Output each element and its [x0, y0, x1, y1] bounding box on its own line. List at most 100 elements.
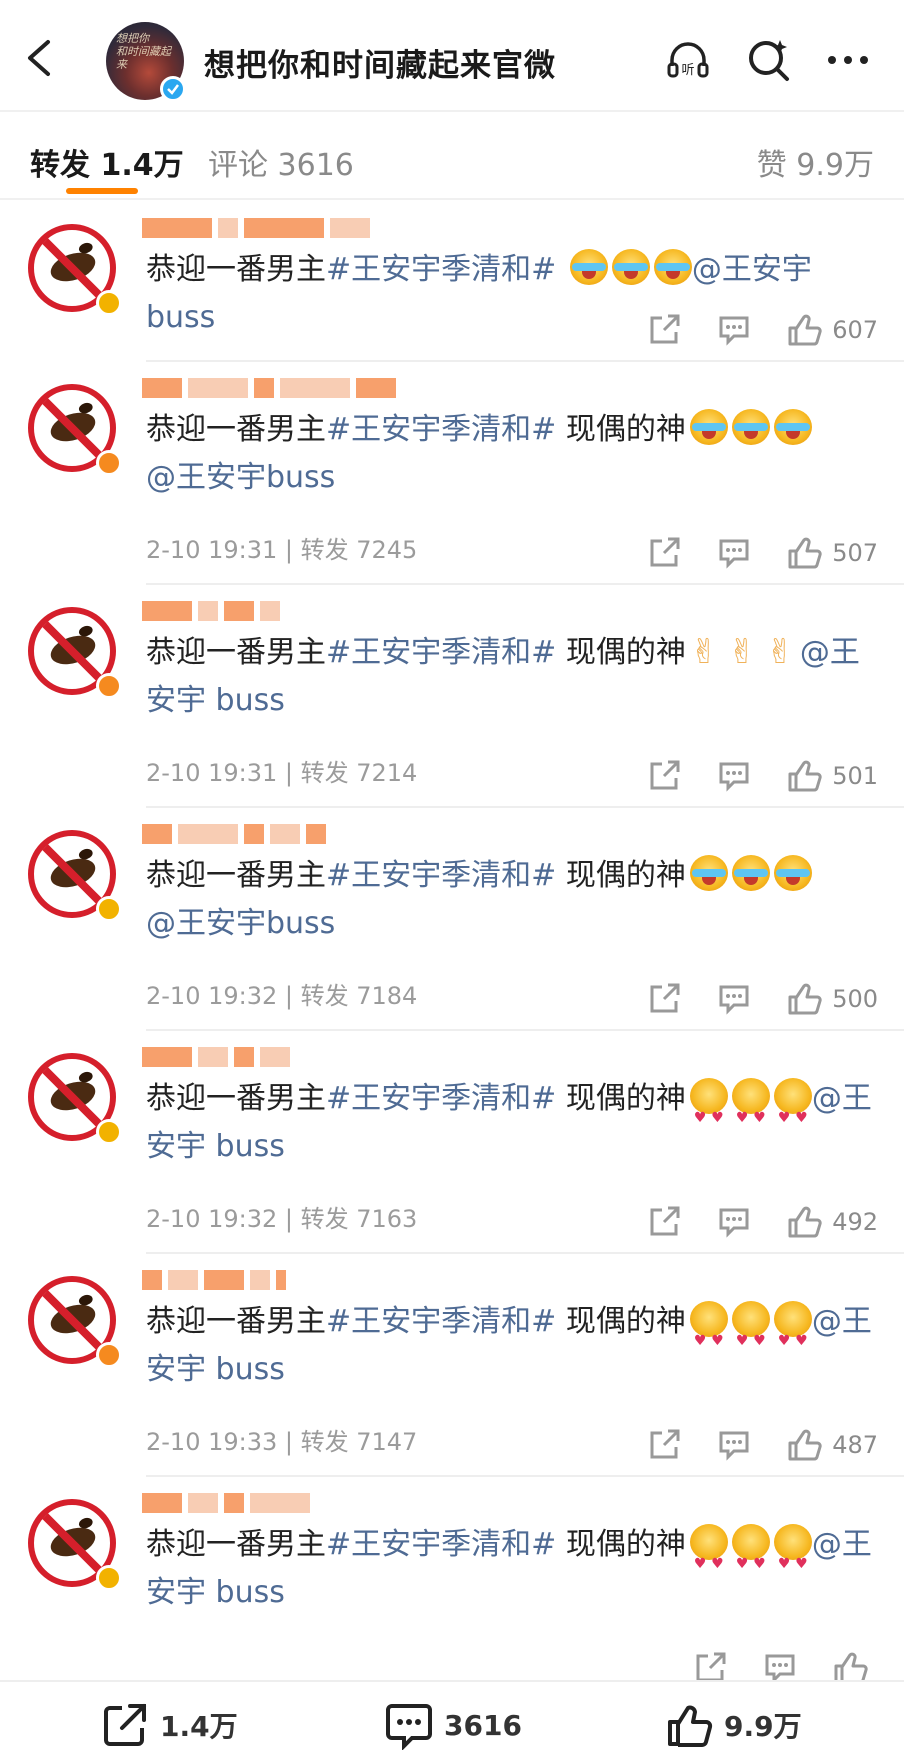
- username-redacted[interactable]: [142, 1045, 290, 1069]
- emoji-icon: [773, 1078, 812, 1142]
- emoji-icon: [611, 249, 650, 285]
- emoji-icon: [731, 409, 770, 445]
- tab-likes[interactable]: 赞 9.9万: [757, 140, 874, 184]
- comment-icon[interactable]: [762, 1650, 798, 1680]
- mention-link-part2[interactable]: buss: [146, 300, 215, 335]
- mention-link-part1[interactable]: @王: [812, 1527, 872, 1562]
- listen-icon[interactable]: 听: [664, 36, 712, 84]
- repost-meta: 2-10 19:31 | 转发 7214: [146, 759, 418, 787]
- tab-bar: 转发 1.4万 评论 3616 赞 9.9万: [0, 110, 904, 200]
- share-icon[interactable]: [646, 1204, 682, 1240]
- emoji-icon: [689, 1078, 728, 1142]
- like-count: 500: [832, 985, 878, 1013]
- topic-link[interactable]: #王安宇季清和#: [326, 858, 556, 893]
- like-icon[interactable]: [786, 1427, 822, 1463]
- user-avatar[interactable]: [28, 1053, 122, 1145]
- repost-item[interactable]: 恭迎一番男主#王安宇季清和# @王安宇 buss 607: [28, 202, 904, 362]
- repost-mid: [556, 252, 566, 287]
- emoji-icon: [731, 1524, 770, 1588]
- comment-icon[interactable]: [716, 1427, 752, 1463]
- like-icon[interactable]: [786, 312, 822, 348]
- bottom-repost-button[interactable]: 1.4万: [100, 1700, 238, 1750]
- bottom-comment-button[interactable]: 3616: [384, 1700, 522, 1750]
- repost-text: 恭迎一番男主#王安宇季清和# 现偶的神 @王安宇buss: [146, 406, 876, 502]
- repost-lead: 恭迎一番男主: [146, 858, 326, 893]
- repost-item[interactable]: 恭迎一番男主#王安宇季清和# 现偶的神 @王安宇 buss 2-10 19:33 …: [28, 1254, 904, 1477]
- repost-item[interactable]: 恭迎一番男主#王安宇季清和# 现偶的神 @王安宇buss 2-10 19:31 |…: [28, 362, 904, 585]
- like-icon[interactable]: [832, 1650, 868, 1680]
- repost-icon: [104, 1704, 146, 1746]
- bottom-like-button[interactable]: 9.9万: [664, 1700, 802, 1750]
- user-avatar[interactable]: [28, 1276, 122, 1368]
- repost-mid: 现偶的神: [556, 1527, 686, 1562]
- repost-text: 恭迎一番男主#王安宇季清和# 现偶的神 @王安宇 buss: [146, 628, 876, 725]
- comment-icon[interactable]: [716, 535, 752, 571]
- mention-link-part2[interactable]: @王安宇buss: [146, 460, 335, 495]
- emoji-icon: [766, 628, 800, 676]
- user-avatar[interactable]: [28, 384, 122, 476]
- mention-link-part1[interactable]: @王: [800, 635, 860, 670]
- more-options-icon[interactable]: [824, 36, 872, 84]
- username-redacted[interactable]: [142, 376, 396, 400]
- username-redacted[interactable]: [142, 216, 370, 240]
- tab-repost[interactable]: 转发 1.4万: [30, 140, 184, 184]
- user-avatar[interactable]: [28, 607, 122, 699]
- topic-link[interactable]: #王安宇季清和#: [326, 1527, 556, 1562]
- repost-item[interactable]: 恭迎一番男主#王安宇季清和# 现偶的神 @王安宇 buss 2-10 19:32 …: [28, 1031, 904, 1254]
- repost-item[interactable]: 恭迎一番男主#王安宇季清和# 现偶的神 @王安宇buss 2-10 19:32 |…: [28, 808, 904, 1031]
- emoji-icon: [569, 249, 608, 285]
- mention-link-part2[interactable]: 安宇 buss: [146, 683, 285, 718]
- search-icon[interactable]: [744, 36, 792, 84]
- emoji-icon: [773, 409, 812, 445]
- repost-lead: 恭迎一番男主: [146, 1304, 326, 1339]
- comment-icon[interactable]: [716, 758, 752, 794]
- topic-link[interactable]: #王安宇季清和#: [326, 635, 556, 670]
- share-icon[interactable]: [646, 1427, 682, 1463]
- user-avatar[interactable]: [28, 224, 122, 316]
- share-icon[interactable]: [646, 981, 682, 1017]
- username-redacted[interactable]: [142, 1491, 310, 1515]
- repost-lead: 恭迎一番男主: [146, 1081, 326, 1116]
- emoji-icon: [689, 409, 728, 445]
- username-redacted[interactable]: [142, 1268, 286, 1292]
- like-count: 507: [832, 539, 878, 567]
- emoji-icon: [689, 1301, 728, 1365]
- topic-link[interactable]: #王安宇季清和#: [326, 1081, 556, 1116]
- share-icon[interactable]: [646, 312, 682, 348]
- user-avatar[interactable]: [28, 830, 122, 922]
- mention-link-part1[interactable]: @王: [812, 1304, 872, 1339]
- emoji-icon: [690, 628, 724, 676]
- tab-comments[interactable]: 评论 3616: [208, 140, 354, 184]
- user-avatar[interactable]: [28, 1499, 122, 1591]
- repost-item[interactable]: 恭迎一番男主#王安宇季清和# 现偶的神 @王安宇 buss: [28, 1477, 904, 1680]
- comment-icon[interactable]: [716, 312, 752, 348]
- share-icon[interactable]: [646, 758, 682, 794]
- comment-icon[interactable]: [716, 981, 752, 1017]
- mention-link-part2[interactable]: @王安宇buss: [146, 906, 335, 941]
- topic-link[interactable]: #王安宇季清和#: [326, 1304, 556, 1339]
- repost-meta: 2-10 19:31 | 转发 7245: [146, 536, 418, 564]
- mention-link-part2[interactable]: 安宇 buss: [146, 1129, 285, 1164]
- verified-badge-icon: [96, 1342, 122, 1368]
- topic-link[interactable]: #王安宇季清和#: [326, 252, 556, 287]
- like-icon[interactable]: [786, 981, 822, 1017]
- verified-badge-icon: [160, 76, 186, 102]
- username-redacted[interactable]: [142, 599, 280, 623]
- like-icon[interactable]: [786, 758, 822, 794]
- share-icon[interactable]: [692, 1650, 728, 1680]
- username-redacted[interactable]: [142, 822, 326, 846]
- topic-link[interactable]: #王安宇季清和#: [326, 412, 556, 447]
- mention-link-part1[interactable]: @王安宇: [692, 252, 812, 287]
- repost-lead: 恭迎一番男主: [146, 412, 326, 447]
- mention-link-part2[interactable]: 安宇 buss: [146, 1575, 285, 1610]
- mention-link-part2[interactable]: 安宇 buss: [146, 1352, 285, 1387]
- mention-link-part1[interactable]: @王: [812, 1081, 872, 1116]
- back-arrow-icon[interactable]: [22, 38, 58, 78]
- like-icon[interactable]: [786, 1204, 822, 1240]
- repost-item[interactable]: 恭迎一番男主#王安宇季清和# 现偶的神 @王安宇 buss 2-10 19:31 …: [28, 585, 904, 808]
- like-icon[interactable]: [786, 535, 822, 571]
- comment-icon[interactable]: [716, 1204, 752, 1240]
- svg-text:听: 听: [681, 63, 694, 78]
- share-icon[interactable]: [646, 535, 682, 571]
- repost-lead: 恭迎一番男主: [146, 252, 326, 287]
